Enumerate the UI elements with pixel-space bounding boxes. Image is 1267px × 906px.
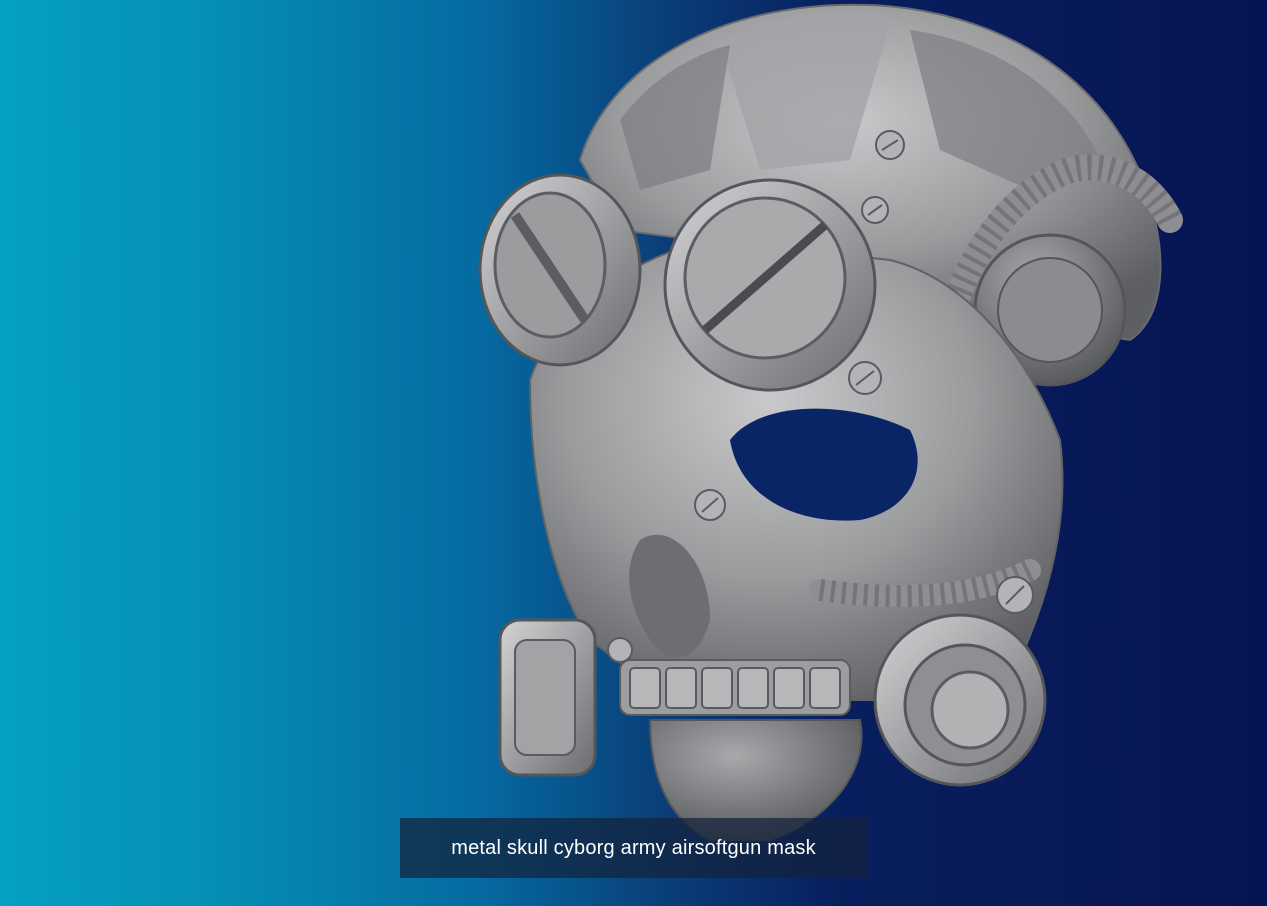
caption-bar: metal skull cyborg army airsoftgun mask <box>400 818 867 878</box>
skull-mask-render <box>478 3 1183 841</box>
caption-text: metal skull cyborg army airsoftgun mask <box>451 836 816 859</box>
render-viewport: metal skull cyborg army airsoftgun mask <box>0 0 1267 906</box>
